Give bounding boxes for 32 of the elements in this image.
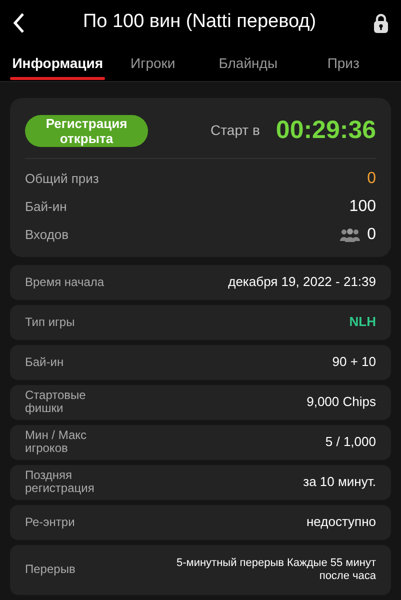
row-label: Время начала: [25, 276, 104, 288]
row-value: 0: [367, 224, 376, 244]
back-icon[interactable]: [12, 12, 26, 34]
row-value: за 10 минут.: [303, 473, 376, 492]
row-value: 100: [349, 196, 376, 216]
row-value: NLH: [349, 313, 376, 332]
row-value: 90 + 10: [332, 353, 376, 372]
row-label: Перерыв: [25, 563, 76, 576]
row-value: декабря 19, 2022 - 21:39: [228, 273, 376, 292]
row-value: 5-минутный перерыв Каждые 55 минут после часа: [175, 556, 376, 582]
row-value: 9,000 Chips: [306, 393, 376, 412]
row-value: 5 / 1,000: [325, 433, 376, 452]
row-label: Тип игры: [25, 316, 75, 328]
row-label: Общий приз: [25, 170, 99, 188]
row-label: Мин / Макс игроков: [25, 429, 88, 455]
row-value: недоступно: [306, 513, 376, 532]
tab[interactable]: Приз: [296, 45, 391, 81]
tab[interactable]: Игроки: [105, 45, 200, 81]
registration-badge: Регистрация открыта: [25, 114, 148, 147]
people-icon: [339, 228, 362, 242]
tab[interactable]: Блайнды: [200, 45, 296, 81]
row-label: Стартовые фишки: [25, 389, 87, 415]
start-label: Старт в: [210, 121, 260, 140]
screen-title: По 100 вин (Natti перевод): [82, 10, 318, 34]
row-value: 0: [367, 168, 376, 188]
row-label: Входов: [25, 226, 69, 244]
row-label: Бай-ин: [25, 198, 67, 216]
row-label: Ре-энтри: [25, 516, 75, 528]
countdown: 00:29:36: [276, 115, 376, 146]
tab[interactable]: Информация: [10, 45, 106, 81]
row-label: Бай-ин: [25, 356, 64, 368]
row-label: Поздняя регистрация: [25, 469, 96, 495]
